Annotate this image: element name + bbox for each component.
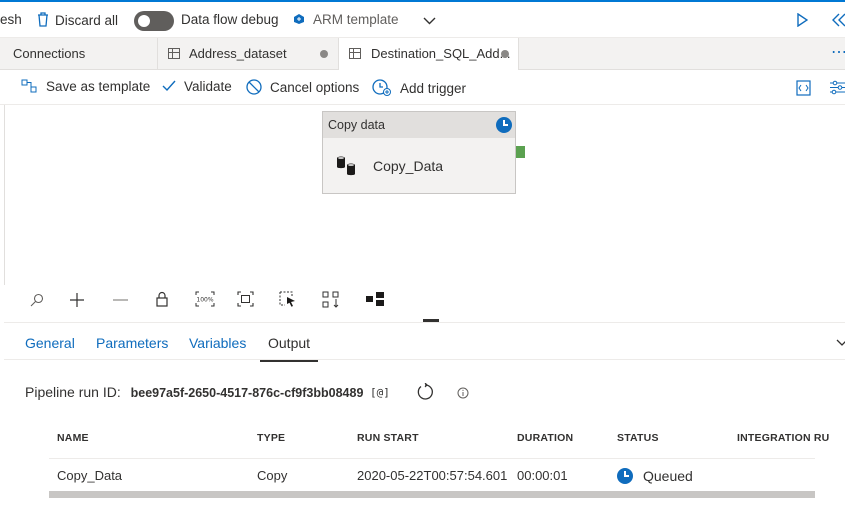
save-as-template-label: Save as template — [46, 79, 151, 94]
column-header-run-start[interactable]: RUN START — [357, 432, 419, 444]
zoom-in-icon[interactable] — [70, 293, 84, 307]
column-header-status[interactable]: STATUS — [617, 432, 659, 444]
pipeline-toolbar: Save as template Validate Cancel options… — [0, 70, 845, 105]
canvas-controls: 100% — [4, 285, 845, 319]
row-type-cell: Copy — [257, 468, 288, 483]
discard-all-button[interactable]: Discard all — [37, 12, 118, 28]
activity-header: Copy data — [323, 112, 515, 138]
save-as-template-button[interactable]: Save as template — [21, 79, 150, 94]
column-header-type[interactable]: TYPE — [257, 432, 285, 444]
bottom-panel-tabs: General Parameters Variables Output — [4, 322, 845, 362]
add-trigger-label: Add trigger — [400, 81, 467, 96]
refresh-icon[interactable] — [416, 383, 434, 402]
tab-parameters[interactable]: Parameters — [96, 335, 168, 351]
debug-run-icon[interactable] — [797, 13, 808, 27]
tab-destination-sql[interactable]: Destination_SQL_Add... — [339, 38, 519, 70]
refresh-button[interactable]: esh — [0, 12, 22, 27]
save-template-icon — [21, 79, 37, 93]
row-status-text: Queued — [643, 468, 693, 484]
column-header-name[interactable]: NAME — [57, 432, 89, 444]
chevron-down-icon[interactable] — [423, 17, 436, 25]
row-run-start-cell: 2020-05-22T00:57:54.601 — [357, 468, 508, 483]
fit-to-screen-icon[interactable] — [237, 291, 254, 307]
table-header-divider — [49, 458, 815, 459]
tab-address-dataset[interactable]: Address_dataset — [158, 38, 339, 70]
select-cursor-icon[interactable] — [279, 291, 297, 308]
lock-icon[interactable] — [156, 291, 168, 307]
tab-address-dataset-label: Address_dataset — [189, 46, 287, 61]
arm-template-button[interactable]: ARM template — [293, 12, 399, 27]
queued-status-icon — [617, 468, 633, 484]
tab-connections-label: Connections — [13, 46, 86, 61]
code-view-icon[interactable] — [796, 80, 811, 96]
tab-output[interactable]: Output — [259, 335, 319, 362]
open-tabs-bar: Connections Address_dataset Destination_… — [0, 38, 845, 70]
cancel-options-label: Cancel options — [270, 80, 360, 95]
checkmark-icon — [162, 80, 176, 92]
copy-data-activity[interactable]: Copy data Copy_Data — [322, 111, 516, 194]
add-trigger-icon — [372, 79, 391, 96]
validate-button[interactable]: Validate — [162, 79, 232, 94]
column-header-duration[interactable]: DURATION — [517, 432, 573, 444]
info-icon[interactable] — [457, 387, 469, 399]
auto-align-icon[interactable] — [322, 291, 341, 308]
data-flow-debug-label: Data flow debug — [181, 12, 279, 27]
tab-general[interactable]: General — [25, 335, 75, 351]
row-duration-cell: 00:00:01 — [517, 468, 568, 483]
activity-type-label: Copy data — [328, 118, 385, 132]
table-horizontal-scrollbar[interactable] — [49, 491, 815, 498]
activity-name: Copy_Data — [373, 158, 444, 174]
row-name-cell: Copy_Data — [57, 468, 123, 483]
toggle-knob — [138, 15, 150, 27]
cancel-options-button[interactable]: Cancel options — [246, 79, 359, 95]
copy-database-icon — [337, 156, 355, 176]
unsaved-dot-icon — [320, 50, 328, 58]
copy-id-icon[interactable]: [@] — [370, 386, 390, 399]
trash-icon — [38, 12, 48, 27]
top-command-bar: esh Discard all Data flow debug ARM temp… — [0, 0, 845, 38]
discard-all-label: Discard all — [55, 13, 119, 28]
tab-variables[interactable]: Variables — [189, 335, 246, 351]
table-icon — [349, 48, 361, 59]
tab-destination-sql-label: Destination_SQL_Add... — [371, 46, 511, 61]
zoom-out-icon[interactable] — [113, 299, 128, 301]
row-status-cell: Queued — [617, 468, 693, 484]
run-id-value: bee97a5f-2650-4517-876c-cf9f3bb08489 — [130, 386, 364, 400]
unsaved-dot-icon — [501, 50, 509, 58]
success-output-connector[interactable] — [516, 146, 525, 158]
collapse-panel-chevron-icon[interactable] — [836, 339, 845, 346]
zoom-100-icon[interactable]: 100% — [195, 291, 215, 307]
properties-icon[interactable] — [830, 80, 845, 95]
column-header-integration-runtime[interactable]: INTEGRATION RU — [737, 432, 829, 444]
table-icon — [168, 48, 180, 59]
queued-clock-icon — [496, 117, 512, 133]
arm-template-icon — [294, 14, 304, 24]
svg-text:100%: 100% — [196, 297, 213, 304]
data-flow-debug-toggle[interactable] — [134, 11, 174, 31]
more-tabs-icon[interactable]: ⋯ — [831, 42, 845, 62]
collapse-chevrons-icon[interactable] — [832, 13, 845, 27]
arm-template-label: ARM template — [313, 12, 399, 27]
add-trigger-button[interactable]: Add trigger — [372, 79, 466, 96]
zoom-search-icon[interactable] — [30, 293, 44, 307]
pipeline-run-id-row: Pipeline run ID: bee97a5f-2650-4517-876c… — [25, 384, 363, 404]
cancel-circle-icon — [246, 79, 262, 95]
validate-label: Validate — [184, 79, 232, 94]
run-id-label: Pipeline run ID: — [25, 384, 121, 400]
tab-connections[interactable]: Connections — [0, 38, 158, 70]
layout-icon[interactable] — [366, 292, 384, 306]
